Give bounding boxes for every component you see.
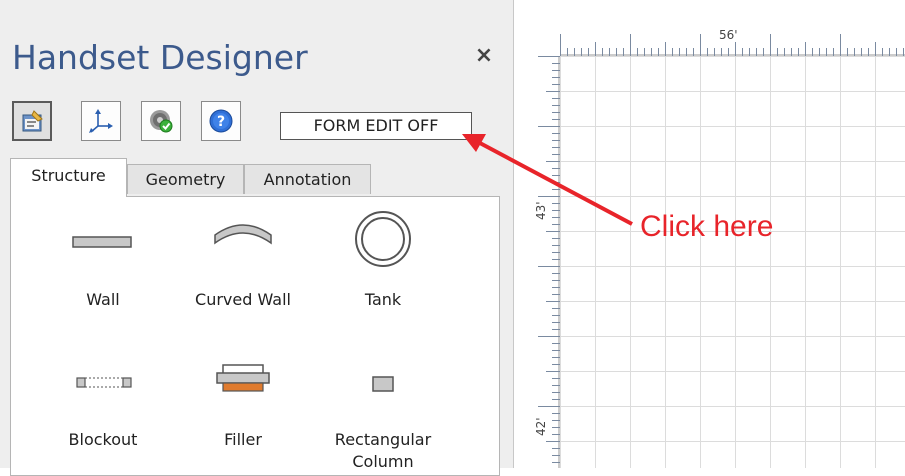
left-ruler-label-42: 42': [534, 417, 548, 436]
handset-designer-panel: Handset Designer × ? FORM EDIT OFF Struc…: [0, 0, 514, 476]
palette-item-filler[interactable]: Filler: [173, 347, 313, 467]
settings-gear-icon: [150, 110, 173, 133]
click-here-callout: Click here: [640, 210, 774, 243]
blockout-icon: [76, 377, 132, 388]
panel-title: Handset Designer: [12, 38, 308, 77]
settings-button[interactable]: [141, 101, 181, 141]
help-button[interactable]: ?: [201, 101, 241, 141]
close-icon[interactable]: ×: [472, 44, 496, 68]
tank-icon: [355, 211, 411, 267]
tab-geometry[interactable]: Geometry: [127, 164, 244, 194]
properties-button[interactable]: [12, 101, 52, 141]
wall-icon: [72, 236, 132, 248]
palette-item-wall[interactable]: Wall: [33, 207, 173, 327]
palette-item-label: Filler: [224, 430, 262, 449]
left-ruler-label-43: 43': [534, 201, 548, 220]
tab-annotation[interactable]: Annotation: [244, 164, 371, 194]
axes-button[interactable]: [81, 101, 121, 141]
structure-palette: Wall Curved Wall Tank Blockout Filler Re…: [10, 196, 500, 476]
tab-structure[interactable]: Structure: [10, 158, 127, 197]
canvas-grid: [560, 56, 905, 468]
rectangular-column-icon: [372, 376, 394, 392]
palette-item-label: Tank: [364, 290, 402, 309]
palette-item-label: Rectangular Column: [334, 430, 432, 471]
properties-icon: [22, 110, 43, 132]
svg-text:?: ?: [217, 114, 225, 130]
palette-item-label: Wall: [86, 290, 120, 309]
palette-item-label: Blockout: [68, 430, 138, 449]
palette-item-tank[interactable]: Tank: [313, 207, 453, 327]
palette-item-rectangular-column[interactable]: Rectangular Column: [313, 347, 453, 471]
curved-wall-icon: [214, 224, 272, 245]
form-edit-toggle-button[interactable]: FORM EDIT OFF: [280, 112, 472, 140]
palette-item-blockout[interactable]: Blockout: [33, 347, 173, 467]
palette-item-label: Curved Wall: [195, 290, 291, 309]
palette-item-curved-wall[interactable]: Curved Wall: [173, 207, 313, 327]
help-icon: ?: [209, 109, 233, 133]
filler-icon: [216, 364, 270, 392]
top-ruler-label: 56': [719, 28, 738, 42]
axes-icon: [89, 109, 113, 133]
left-ruler: [538, 56, 560, 468]
